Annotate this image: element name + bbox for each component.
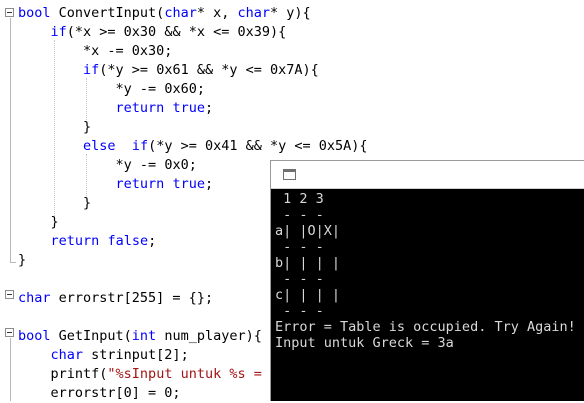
code-keyword: char xyxy=(18,290,51,306)
console-line: - - - xyxy=(275,271,324,287)
code-line[interactable]: return false; xyxy=(18,232,157,251)
code-token: *y -= 0x60; xyxy=(115,81,205,97)
console-line: - - - xyxy=(275,303,324,319)
code-line[interactable]: } xyxy=(18,213,59,232)
code-keyword: if xyxy=(83,62,100,78)
code-keyword: bool xyxy=(18,328,51,344)
fold-outline xyxy=(10,18,11,262)
code-line[interactable]: return true; xyxy=(18,99,214,118)
console-window[interactable]: 1 2 3 - - - a| |O|X| - - - b| | | | - - … xyxy=(270,160,584,401)
code-line[interactable]: return true; xyxy=(18,175,214,194)
code-keyword: bool xyxy=(18,5,51,21)
fold-toggle-getinput[interactable] xyxy=(5,328,14,337)
code-token: (*y >= 0x61 && *y <= 0x7A){ xyxy=(99,62,319,78)
code-line[interactable]: *y -= 0x60; xyxy=(18,80,205,99)
code-token: num_player){ xyxy=(156,328,262,344)
code-keyword: false xyxy=(107,233,149,249)
console-titlebar[interactable] xyxy=(271,161,584,189)
code-keyword: if xyxy=(131,138,149,154)
code-token: *y -= 0x0; xyxy=(115,157,197,173)
code-keyword: char xyxy=(50,347,84,363)
fold-toggle-convertinput[interactable] xyxy=(5,8,14,17)
code-line[interactable]: else if(*y >= 0x41 && *y <= 0x5A){ xyxy=(18,137,368,156)
code-line[interactable]: errorstr[0] = 0; xyxy=(18,384,181,403)
fold-outline xyxy=(10,338,11,401)
code-string: "%sInput untuk %s = " xyxy=(107,366,279,382)
code-token: } xyxy=(18,252,27,268)
fold-toggle-errorstr[interactable] xyxy=(5,290,14,299)
code-token: strinput[2]; xyxy=(83,347,189,363)
code-token: } xyxy=(83,119,92,135)
code-keyword: if xyxy=(50,24,67,40)
console-output: 1 2 3 - - - a| |O|X| - - - b| | | | - - … xyxy=(275,191,584,401)
code-token: * y){ xyxy=(269,5,311,21)
code-keyword: else xyxy=(83,138,116,154)
console-error-message: Error = Table is occupied. Try Again! xyxy=(275,319,576,335)
code-token: ; xyxy=(204,100,214,116)
console-line: b| | | | xyxy=(275,255,341,271)
code-keyword: return xyxy=(115,100,165,116)
code-token: ; xyxy=(204,176,214,192)
code-keyword: return xyxy=(50,233,100,249)
console-input-prompt: Input untuk Greck = 3a xyxy=(275,335,454,351)
console-line: - - - xyxy=(275,239,324,255)
code-token: errorstr[0] = 0; xyxy=(50,385,181,401)
code-line[interactable]: printf("%sInput untuk %s = ", xyxy=(18,365,287,384)
console-line: c| | | | xyxy=(275,287,341,303)
code-keyword: char xyxy=(164,5,197,21)
code-line[interactable]: char errorstr[255] = {}; xyxy=(18,289,213,308)
code-token: * x, xyxy=(196,5,238,21)
code-line[interactable]: if(*x >= 0x30 && *x <= 0x39){ xyxy=(18,23,287,42)
fold-end-marker xyxy=(10,262,16,263)
code-token: (*x >= 0x30 && *x <= 0x39){ xyxy=(66,24,287,40)
code-keyword: int xyxy=(131,328,157,344)
code-line[interactable]: } xyxy=(18,118,91,137)
code-line[interactable]: char strinput[2]; xyxy=(18,346,189,365)
code-line[interactable]: *x -= 0x30; xyxy=(18,42,172,61)
console-line: - - - xyxy=(275,207,324,223)
code-token: (*y >= 0x41 && *y <= 0x5A){ xyxy=(148,138,368,154)
code-token: ; xyxy=(148,233,157,249)
code-line[interactable]: *y -= 0x0; xyxy=(18,156,197,175)
code-keyword: char xyxy=(237,5,270,21)
console-window-icon xyxy=(283,169,296,180)
code-token: *x -= 0x30; xyxy=(83,43,173,59)
code-token: GetInput( xyxy=(50,328,132,344)
code-token: ConvertInput( xyxy=(50,5,165,21)
code-token: printf( xyxy=(50,366,108,382)
code-token: errorstr[255] = {}; xyxy=(50,290,214,306)
console-line: 1 2 3 xyxy=(275,191,324,207)
code-line[interactable]: bool GetInput(int num_player){ xyxy=(18,327,262,346)
code-keyword: true xyxy=(172,176,205,192)
code-line[interactable]: if(*y >= 0x61 && *y <= 0x7A){ xyxy=(18,61,319,80)
code-keyword: return xyxy=(115,176,165,192)
console-line: a| |O|X| xyxy=(275,223,341,239)
code-line[interactable]: } xyxy=(18,251,26,270)
code-token: } xyxy=(50,214,59,230)
code-keyword: true xyxy=(172,100,205,116)
code-line[interactable]: bool ConvertInput(char* x, char* y){ xyxy=(18,4,311,23)
code-line[interactable]: } xyxy=(18,194,91,213)
code-token: } xyxy=(83,195,92,211)
